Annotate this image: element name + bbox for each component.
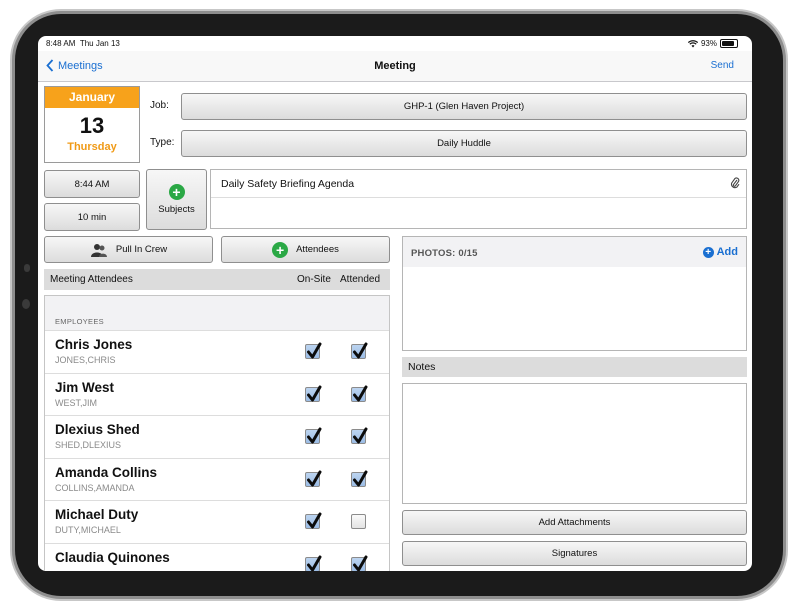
app-screen: 8:48 AM Thu Jan 13 93% Meetings Meeting … (38, 36, 752, 571)
section-header: EMPLOYEES (45, 296, 389, 331)
photos-header: PHOTOS: 0/15 + Add (403, 237, 746, 267)
battery-icon (720, 39, 738, 48)
page-title: Meeting (374, 60, 416, 72)
time-button[interactable]: 8:44 AM (44, 170, 140, 198)
type-label: Type: (150, 137, 175, 148)
status-date: Thu Jan 13 (79, 39, 120, 48)
subjects-button[interactable]: + Subjects (146, 169, 207, 230)
agenda-divider (211, 197, 746, 198)
send-button[interactable]: Send (711, 60, 734, 71)
date-picker[interactable]: January 13 Thursday (44, 86, 140, 163)
side-dot (24, 264, 30, 272)
onsite-checkbox[interactable] (305, 512, 322, 529)
attendee-name: Claudia Quinones (55, 549, 170, 565)
attendee-row[interactable]: Dlexius Shed SHED,DLEXIUS (45, 416, 389, 459)
agenda-text: Daily Safety Briefing Agenda (221, 178, 355, 190)
section-label: EMPLOYEES (55, 317, 104, 326)
battery-percent: 93% (700, 39, 717, 48)
attended-checkbox[interactable] (351, 385, 368, 402)
status-bar: 8:48 AM Thu Jan 13 93% (38, 36, 752, 51)
attendee-row[interactable]: Claudia Quinones (45, 544, 389, 571)
type-select[interactable]: Daily Huddle (181, 130, 747, 157)
agenda-field[interactable]: Daily Safety Briefing Agenda (210, 169, 747, 229)
calendar-weekday: Thursday (67, 141, 117, 153)
plus-circle-icon: + (702, 246, 714, 258)
notes-field[interactable] (402, 383, 747, 504)
attended-checkbox[interactable] (351, 555, 368, 571)
attended-checkbox[interactable] (351, 514, 366, 529)
add-photo-button[interactable]: + Add (702, 246, 738, 258)
notes-label: Notes (408, 361, 436, 373)
attendees-label: Attendees (296, 244, 339, 255)
attendees-table-header: Meeting Attendees On-Site Attended (44, 269, 390, 290)
signatures-button[interactable]: Signatures (402, 541, 747, 566)
col-meeting-attendees: Meeting Attendees (50, 274, 133, 285)
onsite-checkbox[interactable] (305, 555, 322, 571)
onsite-checkbox[interactable] (305, 427, 322, 444)
attendee-name: Chris Jones (55, 337, 133, 352)
add-photo-label: Add (716, 246, 738, 258)
wifi-icon (687, 39, 698, 47)
subjects-label: Subjects (158, 204, 195, 215)
add-attachments-button[interactable]: Add Attachments (402, 510, 747, 535)
attendees-list[interactable]: EMPLOYEES Chris Jones JONES,CHRIS Jim West… (44, 295, 390, 571)
nav-bar: Meetings Meeting Send (38, 51, 752, 82)
attendee-name: Michael Duty (55, 507, 139, 522)
camera-lens (22, 299, 30, 309)
job-label: Job: (150, 100, 169, 111)
add-icon: + (168, 184, 185, 200)
col-attended: Attended (340, 274, 381, 285)
onsite-checkbox[interactable] (305, 470, 322, 487)
attendee-name: Jim West (55, 379, 115, 395)
attendee-subname: SHED,DLEXIUS (55, 440, 122, 450)
onsite-checkbox[interactable] (305, 385, 322, 402)
notes-header: Notes (402, 357, 747, 377)
attendee-name: Dlexius Shed (55, 422, 140, 437)
status-time: 8:48 AM (46, 39, 76, 48)
attendee-row[interactable]: Amanda Collins COLLINS,AMANDA (45, 459, 389, 501)
job-select[interactable]: GHP-1 (Glen Haven Project) (181, 93, 747, 120)
attendee-row[interactable]: Chris Jones JONES,CHRIS (45, 331, 389, 374)
attendee-name: Amanda Collins (55, 464, 158, 480)
attended-checkbox[interactable] (351, 427, 368, 444)
status-right: 93% (687, 39, 738, 48)
photos-count: PHOTOS: 0/15 (411, 248, 478, 259)
photos-panel: PHOTOS: 0/15 + Add (402, 236, 747, 351)
attendees-button[interactable]: + Attendees (221, 236, 390, 263)
attendee-row[interactable]: Jim West WEST,JIM (45, 374, 389, 416)
calendar-month: January (45, 87, 139, 108)
paperclip-icon[interactable] (730, 176, 740, 195)
attendee-subname: WEST,JIM (55, 397, 97, 408)
calendar-day: 13 (79, 113, 105, 138)
attended-checkbox[interactable] (351, 470, 368, 487)
attendee-subname: COLLINS,AMANDA (55, 482, 135, 493)
attendee-row[interactable]: Michael Duty DUTY,MICHAEL (45, 501, 389, 544)
attended-checkbox[interactable] (351, 342, 368, 359)
attendee-subname: DUTY,MICHAEL (55, 525, 121, 535)
onsite-checkbox[interactable] (305, 342, 322, 359)
crew-icon (90, 243, 107, 257)
status-time-date: 8:48 AM Thu Jan 13 (46, 39, 120, 48)
duration-button[interactable]: 10 min (44, 203, 140, 231)
add-icon: + (272, 241, 289, 258)
pull-in-crew-button[interactable]: Pull In Crew (44, 236, 213, 263)
col-onsite: On-Site (297, 274, 331, 285)
attendee-subname: JONES,CHRIS (55, 355, 116, 365)
pull-in-crew-label: Pull In Crew (115, 244, 168, 255)
